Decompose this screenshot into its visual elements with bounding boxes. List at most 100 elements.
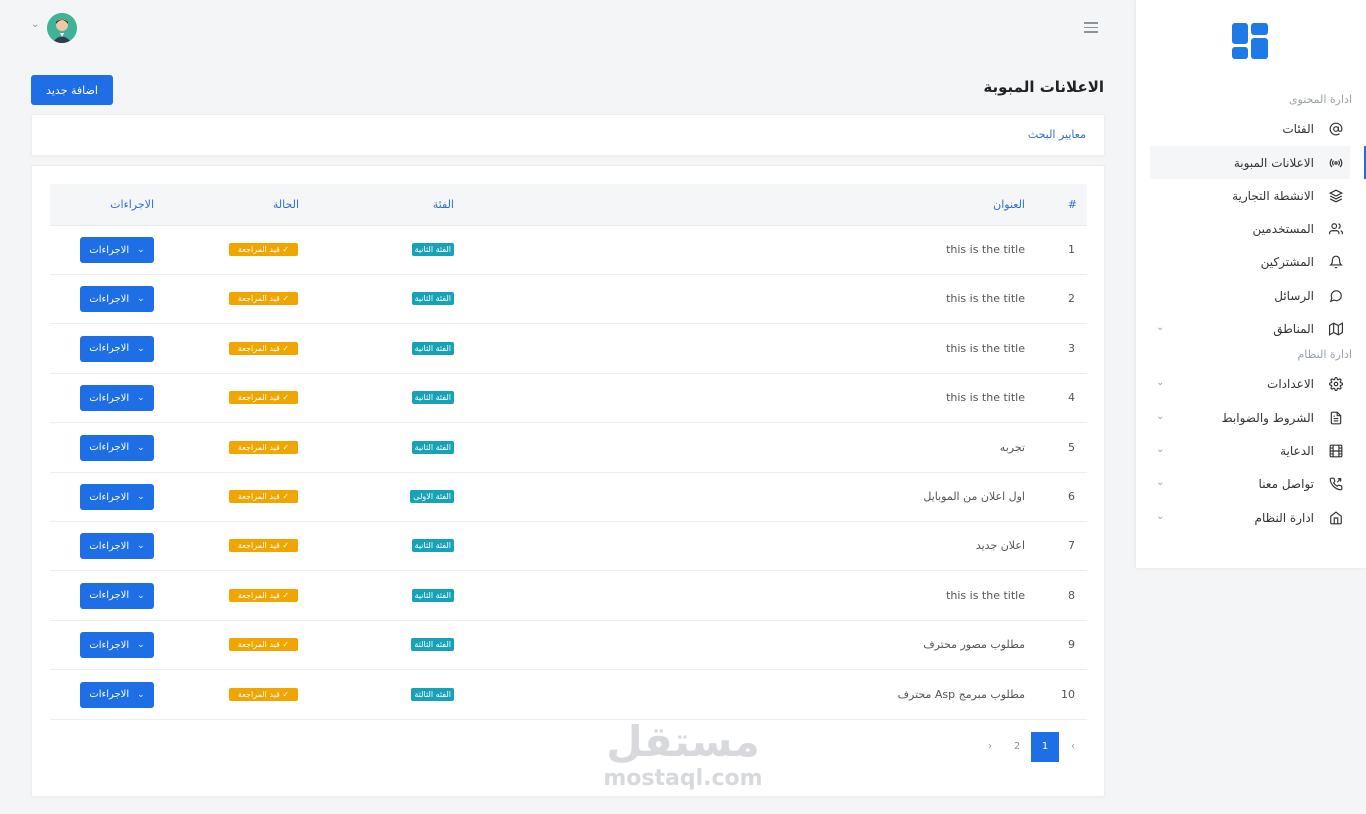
table-row: 4 this is the title الفئة الثانية ✓ قيد الم… [50,374,1087,424]
status-badge: ✓ قيد المراجعة [229,638,298,652]
sidebar-item-4[interactable]: المستخدمين [1150,212,1350,245]
section-system-title: ادارة النظام [1297,348,1353,361]
sidebar-item-label: الشروط والضوابط [1221,410,1314,425]
chevron-down-icon[interactable]: ⌄ [31,19,39,30]
sidebar-item-label: ادارة النظام [1254,510,1314,525]
status-badge: ✓ قيد المراجعة [229,687,298,701]
table-row: 7 اعلان جديد الفئة الثانية ✓ قيد المراجعة ال… [50,522,1087,572]
actions-label: الاجراءات [89,639,130,651]
pagination-prev[interactable]: ‹ [1059,732,1087,762]
row-title: تجربه [999,440,1025,454]
actions-dropdown-button[interactable]: الاجراءات ⌄ [80,385,154,412]
chevron-down-icon: ⌄ [1156,477,1165,488]
row-title: this is the title [946,391,1025,405]
chevron-down-icon: ⌄ [137,541,145,552]
actions-dropdown-button[interactable]: الاجراءات ⌄ [80,484,154,510]
category-badge: الفئة الثانية [411,588,454,602]
th-status: الحالة [272,198,299,211]
category-badge: الفئة الثانية [411,341,454,355]
actions-label: الاجراءات [89,590,130,602]
watermark-logo: مستقل mostaql.com [598,718,768,798]
broadcast-icon [1326,153,1346,173]
sidebar-item-label: المستخدمين [1252,221,1314,236]
row-number: 4 [1068,391,1075,405]
row-number: 3 [1068,341,1075,355]
sidebar-item-5[interactable]: المشتركين [1150,245,1350,278]
status-badge: ✓ قيد المراجعة [229,539,298,553]
sidebar-item-1[interactable]: الفئات [1150,112,1350,145]
status-badge: ✓ قيد المراجعة [229,391,298,405]
search-criteria-panel[interactable]: معايير البحث [31,114,1105,156]
row-title: اول اعلان من الموبايل [923,490,1025,503]
table-row: 6 اول اعلان من الموبايل الفئة الاولى ✓ قيد … [50,473,1087,522]
actions-label: الاجراءات [89,392,130,404]
row-title: this is the title [946,292,1025,306]
actions-dropdown-button[interactable]: الاجراءات ⌄ [80,286,154,313]
actions-dropdown-button[interactable]: الاجراءات ⌄ [80,681,154,708]
table-header: # العنوان الفئة الحالة الاجراءات [50,184,1087,226]
sidebar: ادارة المحتوى ادارة النظام الفئات الاعلان… [1136,0,1366,568]
sidebar-item-label: الاعلانات المبوبة [1233,155,1314,170]
app-logo-icon[interactable] [1232,23,1268,59]
menu-toggle-icon[interactable] [1084,22,1098,34]
user-avatar[interactable] [47,13,77,43]
category-badge: الفئه الثالثة [411,638,454,652]
actions-label: الاجراءات [89,293,130,305]
sidebar-item-11[interactable]: تواصل معنا ⌄ [1150,467,1350,500]
row-number: 1 [1068,243,1075,256]
pagination-page-1[interactable]: 1 [1031,732,1059,762]
table-row: 9 مطلوب مصور محترف الفئه الثالثة ✓ قيد المر… [50,621,1087,671]
actions-dropdown-button[interactable]: الاجراءات ⌄ [80,434,154,461]
chevron-down-icon: ⌄ [1156,377,1165,388]
row-number: 9 [1068,638,1075,652]
row-number: 6 [1068,490,1075,503]
pagination-page-2[interactable]: 2 [1003,732,1031,762]
gear-icon [1326,374,1346,394]
row-title: مطلوب مبرمج Asp محترف [897,687,1025,701]
phone-icon [1326,474,1346,494]
bell-icon [1326,252,1346,272]
sidebar-item-6[interactable]: الرسائل [1150,279,1350,312]
category-badge: الفئة الاولى [410,490,454,503]
table-row: 5 تجربه الفئة الثانية ✓ قيد المراجعة الاجراء… [50,424,1087,473]
status-badge: ✓ قيد المراجعة [229,341,298,355]
status-badge: ✓ قيد المراجعة [229,440,298,454]
sidebar-item-label: الاعدادات [1267,376,1314,391]
actions-label: الاجراءات [89,343,130,355]
actions-dropdown-button[interactable]: الاجراءات ⌄ [80,237,154,263]
table-row: 8 this is the title الفئة الثانية ✓ قيد الم… [50,572,1087,621]
map-icon [1326,319,1346,339]
sidebar-item-10[interactable]: الدعاية ⌄ [1150,434,1350,467]
table-row: 1 this is the title الفئة الثانية ✓ قيد الم… [50,226,1087,275]
watermark-latin: mostaql.com [603,766,763,791]
actions-dropdown-button[interactable]: الاجراءات ⌄ [80,582,154,609]
sidebar-item-label: الرسائل [1274,288,1314,303]
chevron-down-icon: ⌄ [137,640,145,651]
category-badge: الفئه الثالثة [411,687,454,701]
sidebar-item-9[interactable]: الشروط والضوابط ⌄ [1150,401,1350,434]
sidebar-item-7[interactable]: المناطق ⌄ [1150,312,1350,345]
row-number: 7 [1068,539,1075,553]
sidebar-item-3[interactable]: الانشطة التجارية [1150,179,1350,212]
actions-label: الاجراءات [89,442,130,454]
sidebar-item-12[interactable]: ادارة النظام ⌄ [1150,501,1350,534]
actions-dropdown-button[interactable]: الاجراءات ⌄ [80,533,154,560]
table-row: 3 this is the title الفئة الثانية ✓ قيد الم… [50,325,1087,374]
actions-dropdown-button[interactable]: الاجراءات ⌄ [80,335,154,362]
category-badge: الفئة الثانية [411,391,454,405]
category-badge: الفئة الثانية [411,539,454,553]
add-new-button[interactable]: اضافة جديد [31,75,113,105]
chevron-down-icon: ⌄ [137,393,145,404]
sidebar-item-2[interactable]: الاعلانات المبوبة [1150,146,1366,179]
sidebar-item-8[interactable]: الاعدادات ⌄ [1150,367,1350,400]
actions-label: الاجراءات [89,491,130,503]
chevron-down-icon: ⌄ [1156,411,1165,422]
actions-dropdown-button[interactable]: الاجراءات ⌄ [80,632,154,659]
status-badge: ✓ قيد المراجعة [229,292,298,306]
table-row: 10 مطلوب مبرمج Asp محترف الفئه الثالثة ✓ قي… [50,671,1087,720]
chevron-down-icon: ⌄ [1156,511,1165,522]
chevron-down-icon: ⌄ [1156,444,1165,455]
status-badge: ✓ قيد المراجعة [229,243,298,256]
search-criteria-label[interactable]: معايير البحث [1028,128,1086,141]
pagination-next[interactable]: › [976,732,1004,762]
